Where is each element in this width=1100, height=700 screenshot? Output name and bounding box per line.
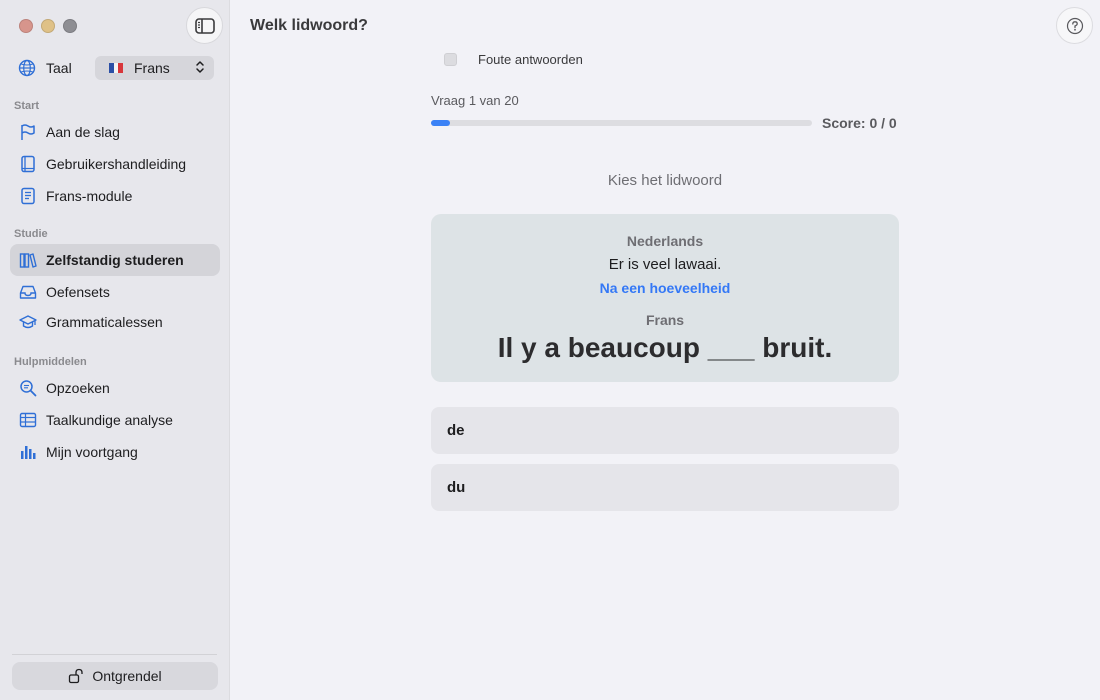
flag-icon xyxy=(21,124,35,140)
unlock-button[interactable]: Ontgrendel xyxy=(12,662,218,690)
main-content: Welk lidwoord? Foute antwoorden Vraag 1 … xyxy=(230,0,1100,700)
sidebar-item-label: Mijn voortgang xyxy=(46,444,138,460)
sidebar-item-grammaticalessen[interactable]: Grammaticalessen xyxy=(10,306,220,338)
table-icon xyxy=(19,412,37,428)
score-label: Score: 0 / 0 xyxy=(822,115,897,131)
sidebar-item-label: Zelfstandig studeren xyxy=(46,252,184,268)
globe-icon xyxy=(18,59,36,77)
minimize-window-button[interactable] xyxy=(41,19,55,33)
app-window: Taal Frans Start Aan de slag Gebruikersh… xyxy=(0,0,1100,700)
sidebar-divider xyxy=(12,654,217,655)
sidebar-item-oefensets[interactable]: Oefensets xyxy=(10,276,220,308)
section-title-studie: Studie xyxy=(14,228,48,240)
sidebar-item-aan-de-slag[interactable]: Aan de slag xyxy=(10,116,220,148)
section-title-hulpmiddelen: Hulpmiddelen xyxy=(14,356,87,368)
grammar-hint: Na een hoeveelheid xyxy=(599,280,731,296)
help-button[interactable] xyxy=(1056,7,1093,44)
sidebar-item-label: Aan de slag xyxy=(46,124,120,140)
quiz-prompt: Kies het lidwoord xyxy=(607,172,723,189)
question-counter: Vraag 1 van 20 xyxy=(431,93,519,108)
sidebar-item-zelfstandig-studeren[interactable]: Zelfstandig studeren xyxy=(10,244,220,276)
section-title-start: Start xyxy=(14,100,40,112)
france-flag-icon xyxy=(109,63,124,73)
language-row: Taal Frans xyxy=(18,56,214,80)
sidebar-icon xyxy=(194,17,215,34)
sidebar-toggle-button[interactable] xyxy=(186,7,223,44)
answer-option-du[interactable]: du xyxy=(431,464,899,511)
sidebar-item-label: Taalkundige analyse xyxy=(46,412,173,428)
books-icon xyxy=(19,253,37,268)
target-sentence: Il y a beaucoup ___ bruit. xyxy=(497,332,833,363)
sidebar-item-label: Oefensets xyxy=(46,284,110,300)
language-select[interactable]: Frans xyxy=(95,56,214,80)
chevron-up-down-icon xyxy=(196,61,204,73)
language-select-value: Frans xyxy=(134,60,170,76)
close-window-button[interactable] xyxy=(19,19,33,33)
answer-option-de[interactable]: de xyxy=(431,407,899,454)
magnifier-icon xyxy=(20,380,37,397)
wrong-answers-checkbox[interactable] xyxy=(444,53,457,66)
source-sentence: Er is veel lawaai. xyxy=(608,256,722,273)
window-controls xyxy=(19,19,77,33)
zoom-window-button[interactable] xyxy=(63,19,77,33)
language-label: Taal xyxy=(46,60,72,76)
graduation-cap-icon xyxy=(19,315,37,329)
question-card: Nederlands Er is veel lawaai. Na een hoe… xyxy=(431,214,899,382)
unlock-label: Ontgrendel xyxy=(92,668,162,684)
question-mark-icon xyxy=(1066,17,1083,34)
sidebar-item-mijn-voortgang[interactable]: Mijn voortgang xyxy=(10,436,220,468)
sidebar-item-label: Grammaticalessen xyxy=(46,314,163,330)
sidebar-item-frans-module[interactable]: Frans-module xyxy=(10,180,220,212)
sidebar-item-label: Frans-module xyxy=(46,188,133,204)
sidebar: Taal Frans Start Aan de slag Gebruikersh… xyxy=(0,0,230,700)
progress-bar-fill xyxy=(431,120,451,126)
bar-chart-icon xyxy=(21,446,36,459)
tray-icon xyxy=(19,285,37,299)
wrong-answers-label: Foute antwoorden xyxy=(478,52,583,67)
target-language-label: Frans xyxy=(645,312,685,328)
book-icon xyxy=(21,155,35,173)
sidebar-item-taalkundige-analyse[interactable]: Taalkundige analyse xyxy=(10,404,220,436)
source-language-label: Nederlands xyxy=(626,233,704,249)
document-icon xyxy=(21,187,35,205)
sidebar-item-label: Opzoeken xyxy=(46,380,110,396)
progress-bar xyxy=(431,120,812,126)
sidebar-item-label: Gebruikershandleiding xyxy=(46,156,187,172)
sidebar-item-opzoeken[interactable]: Opzoeken xyxy=(10,372,220,404)
sidebar-item-gebruikershandleiding[interactable]: Gebruikershandleiding xyxy=(10,148,220,180)
page-title: Welk lidwoord? xyxy=(250,17,368,34)
wrong-answers-toggle[interactable]: Foute antwoorden xyxy=(444,52,583,67)
unlock-icon xyxy=(69,668,84,684)
